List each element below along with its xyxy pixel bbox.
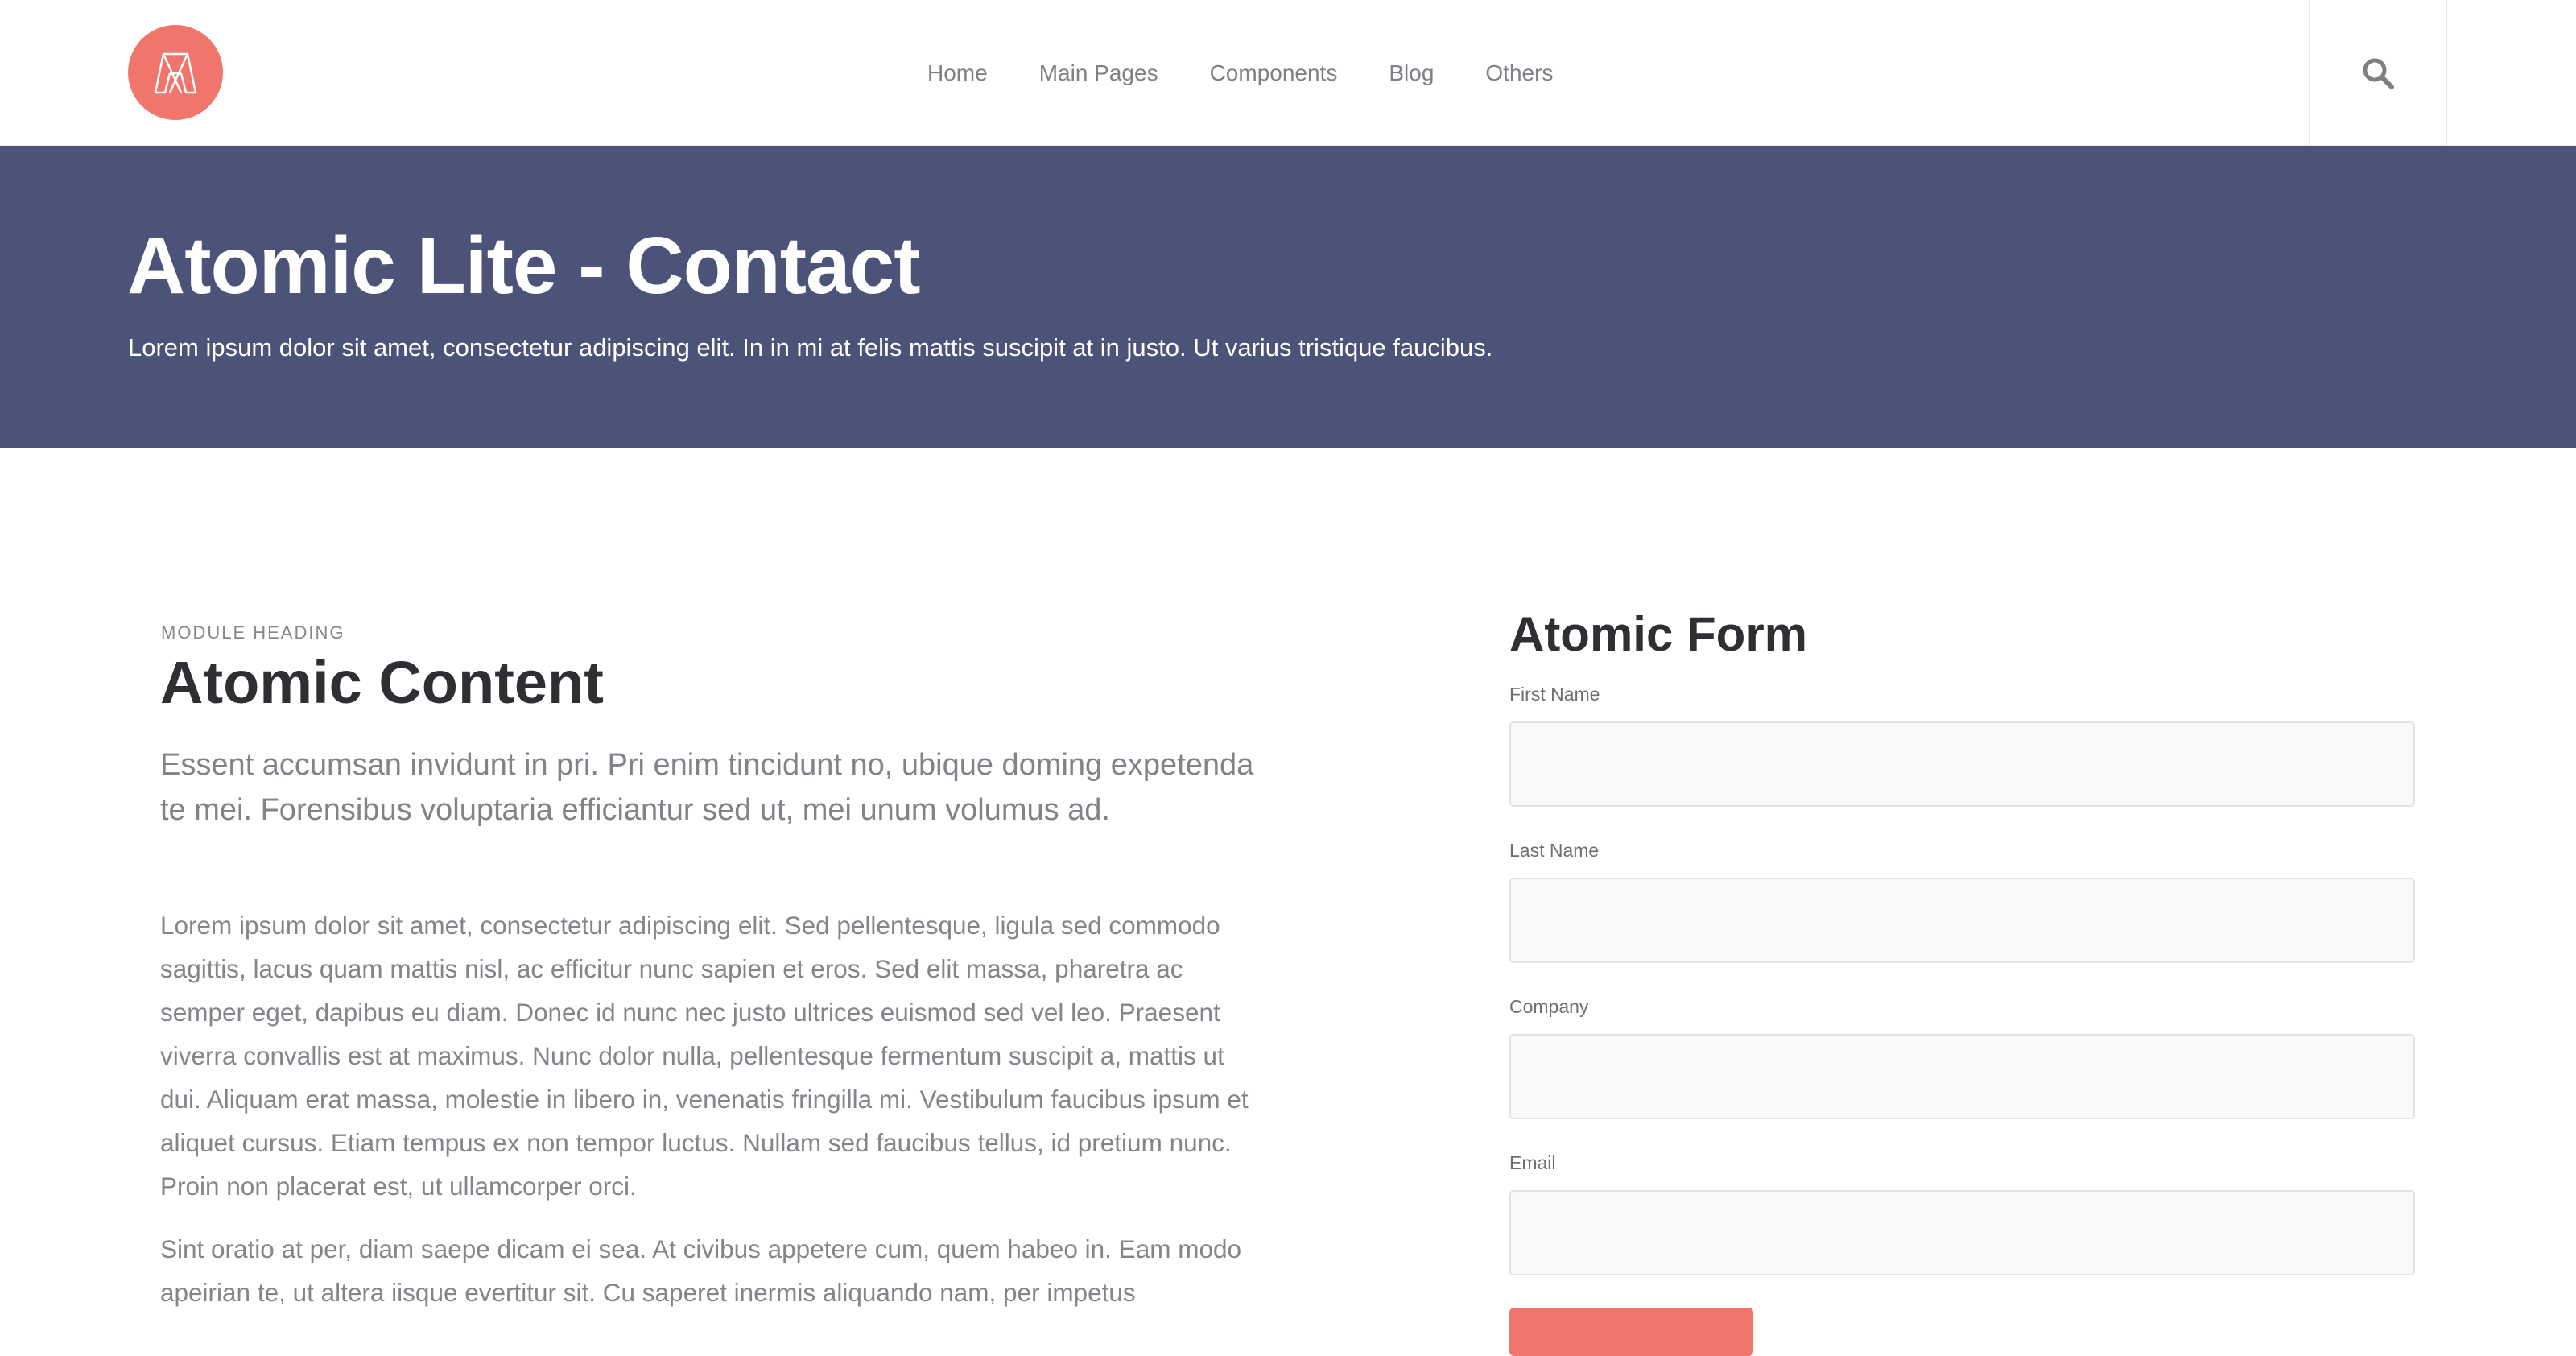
nav-home[interactable]: Home [927, 60, 988, 86]
last-name-field[interactable] [1509, 878, 2415, 963]
email-label: Email [1509, 1152, 1556, 1173]
company-field[interactable] [1509, 1034, 2415, 1119]
nav-main-pages[interactable]: Main Pages [1039, 60, 1158, 86]
atomic-logo-icon[interactable] [128, 25, 223, 120]
body-paragraph: Lorem ipsum dolor sit amet, consectetur … [160, 911, 1249, 1201]
search-icon [2363, 58, 2394, 89]
module-heading: MODULE HEADING [161, 622, 345, 643]
hero-banner: Atomic Lite - Contact Lorem ipsum dolor … [0, 146, 2576, 448]
first-name-field[interactable] [1509, 721, 2415, 807]
nav-components[interactable]: Components [1210, 60, 1338, 86]
main-nav: Home Main Pages Components Blog Others [902, 0, 1579, 146]
search-button[interactable] [2309, 0, 2447, 146]
page-subtitle: Lorem ipsum dolor sit amet, consectetur … [128, 333, 1493, 362]
email-field[interactable] [1509, 1190, 2415, 1275]
page-title: Atomic Lite - Contact [127, 221, 921, 311]
body-paragraph: Sint oratio at per, diam saepe dicam ei … [160, 1234, 1241, 1307]
company-label: Company [1509, 996, 1589, 1017]
lead-paragraph: Essent accumsan invidunt in pri. Pri eni… [160, 748, 1254, 827]
submit-button[interactable] [1509, 1308, 1753, 1356]
nav-blog[interactable]: Blog [1389, 60, 1434, 86]
first-name-label: First Name [1509, 684, 1600, 705]
nav-others[interactable]: Others [1485, 60, 1553, 86]
site-header: Home Main Pages Components Blog Others [0, 0, 2576, 146]
content-title: Atomic Content [160, 649, 604, 716]
form-title: Atomic Form [1509, 607, 1808, 661]
last-name-label: Last Name [1509, 840, 1600, 861]
